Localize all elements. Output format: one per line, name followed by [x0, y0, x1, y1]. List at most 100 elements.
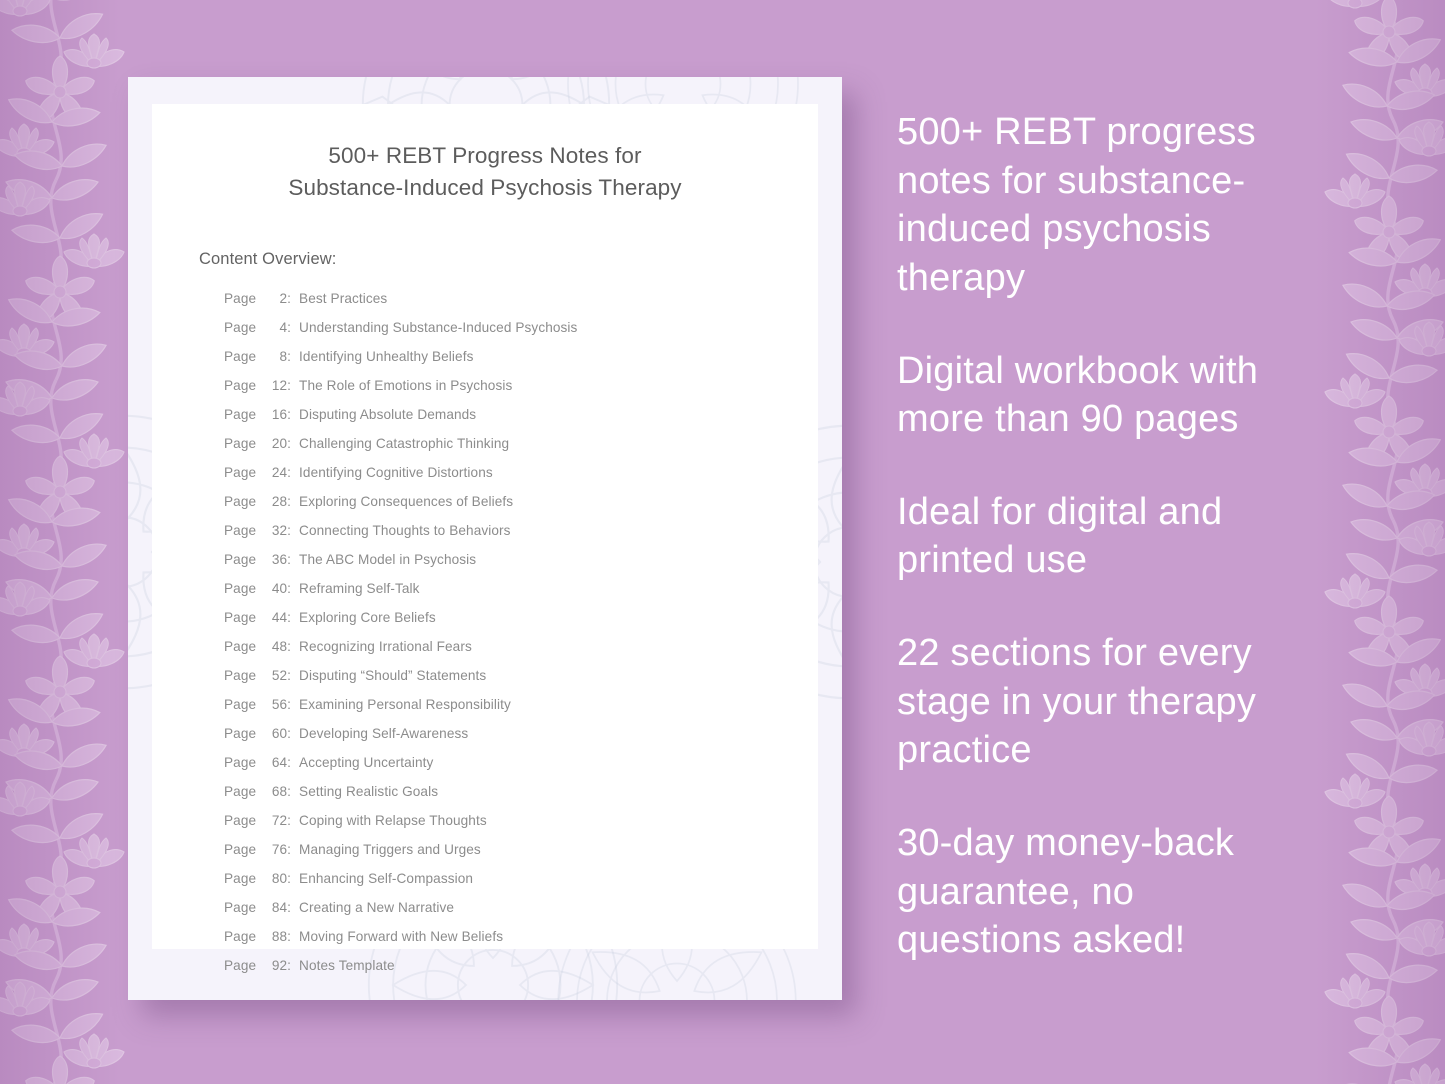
- toc-entry[interactable]: Page 80: Enhancing Self-Compassion: [152, 871, 818, 900]
- toc-entry[interactable]: Page 40: Reframing Self-Talk: [152, 581, 818, 610]
- toc-entry-page-word: Page: [224, 957, 257, 973]
- toc-entry-page-number: 8: [279, 348, 288, 364]
- toc-entry-colon: :: [287, 899, 292, 915]
- toc-entry[interactable]: Page 84: Creating a New Narrative: [152, 900, 818, 929]
- toc-entry[interactable]: Page 28: Exploring Consequences of Beliefs: [152, 494, 818, 523]
- toc-entry-page-number: 60: [271, 725, 288, 741]
- toc-entry-colon: :: [287, 580, 292, 596]
- toc-entry-title: Setting Realistic Goals: [299, 783, 439, 799]
- toc-entry-colon: :: [287, 551, 292, 567]
- toc-entry-page-number: 80: [271, 870, 288, 886]
- toc-entry-title: Exploring Core Beliefs: [299, 609, 436, 625]
- toc-entry-page-word: Page: [224, 812, 257, 828]
- toc-entry-page-word: Page: [224, 319, 257, 335]
- toc-entry[interactable]: Page 4: Understanding Substance-Induced Ps…: [152, 320, 818, 349]
- toc-entry[interactable]: Page 24: Identifying Cognitive Distortions: [152, 465, 818, 494]
- product-mockup-canvas: 500+ REBT Progress Notes for Substance-I…: [0, 0, 1445, 1084]
- toc-entry[interactable]: Page 52: Disputing “Should” Statements: [152, 668, 818, 697]
- toc-entry[interactable]: Page 60: Developing Self-Awareness: [152, 726, 818, 755]
- toc-entry-page-word: Page: [224, 609, 257, 625]
- toc-entry-page-word: Page: [224, 841, 257, 857]
- toc-entry[interactable]: Page 2: Best Practices: [152, 291, 818, 320]
- toc-entry-title: Identifying Unhealthy Beliefs: [299, 348, 474, 364]
- page-title-line-2: Substance-Induced Psychosis Therapy: [288, 174, 682, 200]
- toc-entry-colon: :: [287, 638, 292, 654]
- toc-entry-page-word: Page: [224, 928, 257, 944]
- toc-entry-title: Disputing Absolute Demands: [299, 406, 477, 422]
- left-edge-vignette: [0, 0, 120, 1084]
- marketing-bullet: 22 sections for every stage in your ther…: [897, 632, 1257, 772]
- toc-entry-page-number: 84: [271, 899, 288, 915]
- toc-entry-colon: :: [287, 406, 292, 422]
- marketing-bullet: 30-day money-back guarantee, no question…: [897, 821, 1235, 962]
- toc-entry-title: Reframing Self-Talk: [299, 580, 420, 596]
- toc-entry-page-number: 64: [271, 754, 288, 770]
- toc-entry-colon: :: [287, 696, 292, 712]
- toc-entry-page-word: Page: [224, 435, 257, 451]
- toc-entry-title: Creating a New Narrative: [299, 899, 455, 915]
- toc-entry-page-word: Page: [224, 290, 257, 306]
- marketing-bullet: Digital workbook with more than 90 pages: [897, 349, 1259, 441]
- toc-entry-page-number: 92: [271, 957, 288, 973]
- toc-entry[interactable]: Page 12: The Role of Emotions in Psychosis: [152, 378, 818, 407]
- toc-entry-page-number: 12: [271, 377, 288, 393]
- floral-vine-left-decoration: [0, 0, 136, 1084]
- toc-entry[interactable]: Page 44: Exploring Core Beliefs: [152, 610, 818, 639]
- content-overview-label: Content Overview:: [199, 249, 337, 268]
- toc-entry-title: Examining Personal Responsibility: [299, 696, 511, 712]
- toc-entry-colon: :: [287, 609, 292, 625]
- toc-entry-page-word: Page: [224, 580, 257, 596]
- toc-entry-title: Coping with Relapse Thoughts: [299, 812, 487, 828]
- toc-entry-title: The Role of Emotions in Psychosis: [299, 377, 513, 393]
- toc-entry[interactable]: Page 16: Disputing Absolute Demands: [152, 407, 818, 436]
- toc-entry-page-number: 4: [279, 319, 288, 335]
- page-title-line-1: 500+ REBT Progress Notes for: [328, 143, 642, 168]
- toc-entry[interactable]: Page 64: Accepting Uncertainty: [152, 755, 818, 784]
- toc-entry-page-number: 16: [271, 406, 288, 422]
- toc-entry-title: Enhancing Self-Compassion: [299, 870, 474, 886]
- toc-entry[interactable]: Page 76: Managing Triggers and Urges: [152, 842, 818, 871]
- toc-entry[interactable]: Page 20: Challenging Catastrophic Thinking: [152, 436, 818, 465]
- floral-vine-right-decoration: [1313, 0, 1445, 1084]
- toc-entry-page-number: 2: [279, 290, 288, 306]
- toc-entry-title: Identifying Cognitive Distortions: [299, 464, 493, 480]
- toc-entry-page-word: Page: [224, 696, 257, 712]
- toc-entry-colon: :: [287, 928, 292, 944]
- toc-entry[interactable]: Page 88: Moving Forward with New Beliefs: [152, 929, 818, 958]
- toc-entry-page-word: Page: [224, 638, 257, 654]
- toc-entry-colon: :: [287, 348, 292, 364]
- toc-entry-colon: :: [287, 957, 292, 973]
- toc-entry-page-word: Page: [224, 522, 257, 538]
- toc-entry[interactable]: Page 8: Identifying Unhealthy Beliefs: [152, 349, 818, 378]
- toc-entry-page-word: Page: [224, 667, 257, 683]
- toc-entry-page-number: 88: [271, 928, 288, 944]
- toc-entry-page-number: 48: [271, 638, 288, 654]
- toc-entry-page-number: 36: [271, 551, 288, 567]
- toc-entry[interactable]: Page 32: Connecting Thoughts to Behaviors: [152, 523, 818, 552]
- toc-entry[interactable]: Page 36: The ABC Model in Psychosis: [152, 552, 818, 581]
- toc-entry-colon: :: [287, 522, 292, 538]
- toc-entry-title: Challenging Catastrophic Thinking: [299, 435, 510, 451]
- toc-entry[interactable]: Page 68: Setting Realistic Goals: [152, 784, 818, 813]
- toc-entry[interactable]: Page 56: Examining Personal Responsibility: [152, 697, 818, 726]
- toc-entry-page-word: Page: [224, 783, 257, 799]
- toc-entry-colon: :: [287, 493, 292, 509]
- right-edge-vignette: [1315, 0, 1445, 1084]
- toc-entry-page-number: 24: [271, 464, 288, 480]
- workbook-page-card: 500+ REBT Progress Notes for Substance-I…: [128, 77, 842, 1000]
- toc-entry-colon: :: [287, 870, 292, 886]
- toc-entry-title: Exploring Consequences of Beliefs: [299, 493, 514, 509]
- toc-entry-title: Connecting Thoughts to Behaviors: [299, 522, 511, 538]
- toc-entry-title: Moving Forward with New Beliefs: [299, 928, 504, 944]
- toc-entry-page-word: Page: [224, 754, 257, 770]
- workbook-page-sheet: 500+ REBT Progress Notes for Substance-I…: [152, 104, 818, 973]
- toc-entry-title: Best Practices: [299, 290, 388, 306]
- toc-entry-page-word: Page: [224, 348, 257, 364]
- toc-entry[interactable]: Page 48: Recognizing Irrational Fears: [152, 639, 818, 668]
- toc-entry-colon: :: [287, 319, 292, 335]
- toc-entry[interactable]: Page 72: Coping with Relapse Thoughts: [152, 813, 818, 842]
- toc-entry-page-number: 32: [271, 522, 288, 538]
- toc-entry[interactable]: Page 92: Notes Template: [152, 958, 818, 987]
- toc-entry-page-number: 56: [271, 696, 288, 712]
- table-of-contents-list: Page 2: Best Practices Page 4: Understanding …: [152, 269, 818, 987]
